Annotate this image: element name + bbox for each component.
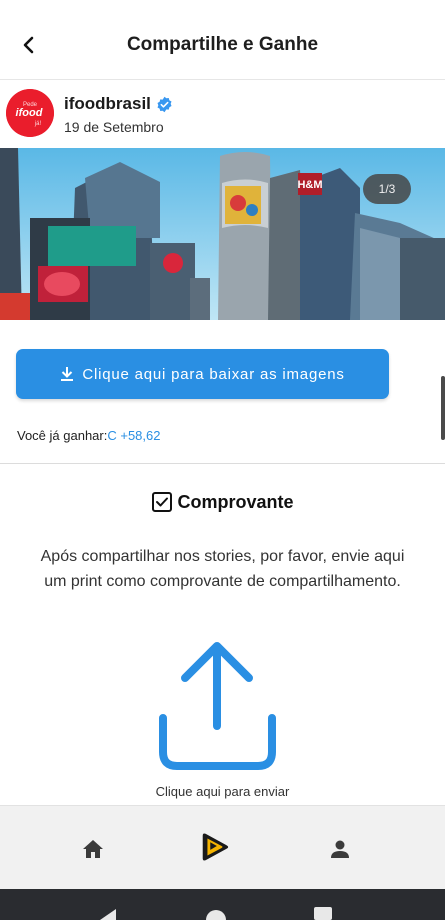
back-triangle-icon[interactable]	[98, 907, 118, 920]
post-header: Pede ifood já! ifoodbrasil 19 de Setembr…	[0, 80, 445, 148]
download-icon	[61, 367, 74, 381]
section-divider	[0, 463, 445, 464]
page-indicator: 1/3	[363, 174, 411, 204]
system-navigation-bar	[0, 889, 445, 920]
post-date: 19 de Setembro	[64, 119, 164, 135]
recents-square-icon[interactable]	[314, 907, 332, 920]
app-logo-icon	[202, 833, 229, 861]
nav-profile-button[interactable]	[323, 832, 357, 866]
store-sign-text: H&M	[297, 179, 322, 191]
checkbox-checked-icon	[152, 492, 173, 512]
scrollbar-thumb[interactable]	[441, 376, 445, 440]
earnings-row: Você já ganhar:C +58,62	[17, 428, 160, 443]
avatar-text-bottom: já!	[34, 121, 42, 127]
avatar-text-main: ifood	[16, 107, 43, 119]
profile-icon	[331, 840, 349, 858]
upload-caption[interactable]: Clique aqui para enviar	[0, 784, 445, 799]
download-button-label: Clique aqui para baixar as imagens	[82, 365, 345, 383]
page-title: Compartilhe e Ganhe	[126, 34, 319, 55]
verified-badge-icon	[157, 96, 172, 112]
home-icon	[83, 840, 103, 858]
nav-app-logo-button[interactable]	[198, 830, 232, 864]
proof-title-row: Comprovante	[0, 491, 445, 513]
home-circle-icon[interactable]	[206, 907, 226, 920]
proof-description: Após compartilhar nos stories, por favor…	[40, 548, 405, 590]
app-bar: Compartilhe e Ganhe	[0, 0, 445, 80]
earnings-label: Você já ganhar:	[17, 428, 108, 443]
download-images-button[interactable]: Clique aqui para baixar as imagens	[16, 349, 389, 399]
upload-proof-button[interactable]	[155, 640, 280, 774]
post-image-carousel[interactable]: H&M 1/3	[0, 148, 445, 320]
earnings-value: C +58,62	[107, 428, 161, 443]
avatar[interactable]: Pede ifood já!	[6, 89, 54, 137]
share-upload-icon	[159, 642, 276, 770]
post-username[interactable]: ifoodbrasil	[64, 94, 151, 114]
nav-home-button[interactable]	[76, 832, 110, 866]
proof-title: Comprovante	[177, 491, 294, 512]
bottom-navigation	[0, 805, 445, 889]
